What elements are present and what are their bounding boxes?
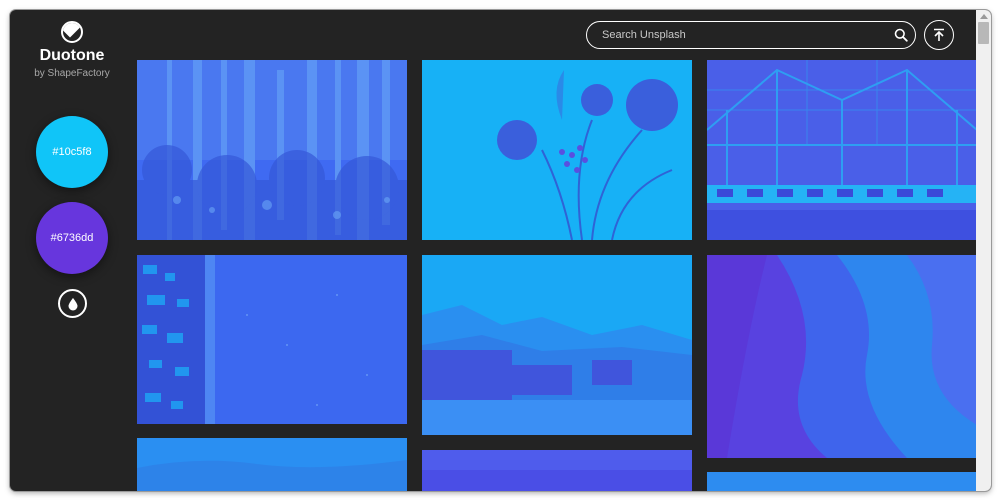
drop-icon (68, 297, 77, 310)
search-bar (586, 21, 916, 49)
sidebar: Duotone by ShapeFactory #10c5f8 #6736dd (10, 10, 134, 491)
photo-tile-coast-town[interactable] (137, 255, 407, 424)
photo-tile-landscape-lower[interactable] (137, 438, 407, 491)
scroll-thumb[interactable] (978, 22, 989, 44)
search-input[interactable] (587, 22, 887, 48)
color-swatch-2-label: #6736dd (50, 232, 94, 244)
color-picker-button[interactable] (58, 289, 87, 318)
half-circle-icon (61, 21, 83, 43)
scroll-to-top-button[interactable] (924, 20, 954, 50)
arrow-up-to-top-icon (934, 28, 944, 41)
scrollbar[interactable] (976, 10, 991, 491)
photo-tile-flowers[interactable] (422, 60, 692, 240)
color-swatch-1-label: #10c5f8 (52, 146, 92, 158)
photo-tile-train-station[interactable] (707, 60, 977, 240)
app-title: Duotone (39, 47, 105, 64)
scroll-up-arrow-icon[interactable] (980, 14, 988, 19)
color-swatch-1[interactable]: #10c5f8 (36, 116, 108, 188)
search-icon[interactable] (887, 21, 915, 49)
color-swatch-2[interactable]: #6736dd (36, 202, 108, 274)
photo-tile-lower-middle[interactable] (422, 450, 692, 491)
photo-tile-canyon[interactable] (707, 255, 977, 458)
photo-tile-forest[interactable] (137, 60, 407, 240)
photo-tile-lower-right[interactable] (707, 472, 977, 491)
photo-tile-snowy-valley[interactable] (422, 255, 692, 435)
app-window: Duotone by ShapeFactory #10c5f8 #6736dd (10, 10, 991, 491)
app-subtitle: by ShapeFactory (34, 68, 110, 79)
